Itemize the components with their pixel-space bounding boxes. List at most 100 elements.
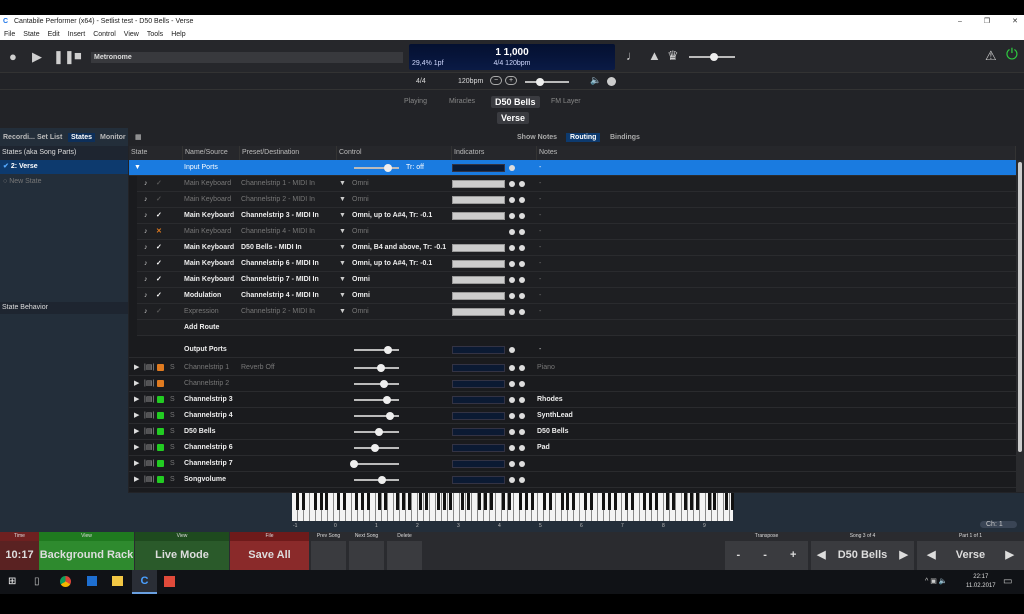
slider-knob[interactable] — [383, 346, 392, 354]
file-explorer-icon[interactable] — [112, 576, 123, 586]
next-song-arrow-icon[interactable]: ▶ — [899, 541, 907, 570]
strip-volume-slider[interactable] — [354, 444, 399, 452]
menu-file[interactable]: File — [4, 29, 15, 40]
route-row[interactable]: ♪ ✓ Modulation Channelstrip 4 - MIDI In ▼ Omn… — [137, 288, 1016, 304]
slider-knob[interactable] — [380, 380, 389, 388]
expand-icon[interactable]: ▶ — [134, 376, 139, 392]
status-active-icon[interactable] — [157, 460, 164, 467]
task-view-icon[interactable]: ▯ — [34, 576, 40, 587]
tempo-plus-button[interactable]: + — [505, 76, 518, 85]
channelstrip-row[interactable]: ▶ |▤| S Channelstrip 4 SynthLead — [129, 408, 1016, 424]
tempo-slider[interactable] — [525, 78, 569, 86]
column-header[interactable]: Name/Source — [183, 146, 240, 160]
strip-volume-slider[interactable] — [354, 428, 399, 436]
background-rack-button[interactable]: View Background Rack — [39, 532, 134, 570]
check-icon[interactable]: ✓ — [156, 256, 162, 272]
piano-keyboard[interactable] — [292, 493, 735, 521]
check-icon[interactable]: ✓ — [156, 176, 162, 192]
tempo-minus-button[interactable]: − — [490, 76, 503, 85]
master-level-slider[interactable] — [689, 53, 735, 61]
view-tab[interactable]: Routing — [566, 133, 601, 142]
play-icon[interactable]: ▶ — [32, 49, 42, 65]
channelstrip-row[interactable]: ▶ |▤| S Channelstrip 6 Pad — [129, 440, 1016, 456]
status-suspended-icon[interactable] — [157, 364, 164, 371]
chrome-icon[interactable] — [60, 576, 71, 587]
check-icon[interactable]: ✓ — [156, 240, 162, 256]
expand-icon[interactable]: ▶ — [134, 424, 139, 440]
filter-icon[interactable]: ▼ — [339, 304, 346, 320]
expand-icon[interactable]: ▶ — [134, 392, 139, 408]
solo-button[interactable]: S — [170, 472, 175, 488]
delete-button[interactable]: Delete — [387, 532, 422, 570]
speaker-mute-icon[interactable]: 🔈 — [590, 75, 601, 86]
maximize-button[interactable]: ❐ — [984, 15, 990, 29]
strip-volume-slider[interactable] — [354, 412, 399, 420]
route-row[interactable]: ♪ ✓ Main Keyboard D50 Bells - MIDI In ▼ Omni,… — [137, 240, 1016, 256]
column-header[interactable]: State — [129, 146, 183, 160]
current-state-label[interactable]: Verse — [497, 112, 530, 124]
solo-button[interactable]: S — [170, 456, 175, 472]
menu-insert[interactable]: Insert — [68, 29, 86, 40]
slider-knob[interactable] — [382, 396, 391, 404]
notifications-icon[interactable]: ▭ — [1003, 576, 1012, 587]
strip-volume-slider[interactable] — [354, 476, 399, 484]
channelstrip-row[interactable]: ▶ |▤| S Channelstrip 1 Reverb Off Piano — [129, 360, 1016, 376]
expand-icon[interactable]: ▶ — [134, 360, 139, 376]
slider-knob[interactable] — [377, 364, 385, 372]
route-row[interactable]: ♪ ✓ Main Keyboard Channelstrip 6 - MIDI In ▼… — [137, 256, 1016, 272]
filter-icon[interactable]: ▼ — [339, 256, 346, 272]
filter-icon[interactable]: ▼ — [339, 272, 346, 288]
left-tab[interactable]: Monitor — [100, 134, 126, 141]
status-active-icon[interactable] — [157, 444, 164, 451]
menu-state[interactable]: State — [23, 29, 39, 40]
check-icon[interactable]: ✓ — [156, 288, 162, 304]
time-button[interactable]: Time 10:17 — [0, 532, 39, 570]
filter-icon[interactable]: ▼ — [339, 224, 346, 240]
add-route-button[interactable]: Add Route — [184, 320, 219, 336]
column-header[interactable]: Notes — [537, 146, 1016, 160]
route-row[interactable]: ♪ ✓ Main Keyboard Channelstrip 7 - MIDI In ▼… — [137, 272, 1016, 288]
warning-icon[interactable]: ⚠ — [985, 48, 997, 64]
strip-volume-slider[interactable] — [354, 380, 399, 388]
grid-icon[interactable]: ▦ — [135, 133, 142, 141]
add-route-row[interactable]: Add Route — [137, 320, 1016, 336]
app-taskbar-icon[interactable] — [164, 576, 175, 587]
transpose-plus-button[interactable]: + — [790, 541, 796, 570]
strip-volume-slider[interactable] — [350, 460, 399, 468]
check-icon[interactable]: ✓ — [156, 272, 162, 288]
solo-button[interactable]: S — [170, 392, 175, 408]
filter-icon[interactable]: ▼ — [339, 176, 346, 192]
tray-icons[interactable]: ^ ▣ 🔈 — [925, 577, 948, 585]
slider-knob[interactable] — [350, 460, 358, 468]
left-tab[interactable]: Recordi... — [3, 134, 35, 141]
filter-icon[interactable]: ▼ — [339, 288, 346, 304]
strip-volume-slider[interactable] — [354, 396, 399, 404]
channelstrip-row[interactable]: ▶ |▤| S D50 Bells D50 Bells — [129, 424, 1016, 440]
route-row[interactable]: ♪ ✓ Main Keyboard Channelstrip 1 - MIDI In ▼… — [137, 176, 1016, 192]
expand-icon[interactable]: ▶ — [134, 472, 139, 488]
slider-knob[interactable] — [374, 428, 383, 436]
slider-knob[interactable] — [371, 444, 380, 452]
solo-button[interactable]: S — [170, 440, 175, 456]
menu-tools[interactable]: Tools — [147, 29, 163, 40]
clock[interactable]: 22:17 11.02.2017 — [966, 573, 996, 591]
channelstrip-row[interactable]: ▶ |▤| Channelstrip 2 — [129, 376, 1016, 392]
output-ports-row[interactable]: Output Ports - — [129, 342, 1016, 358]
metronome-volume-knob[interactable] — [607, 77, 616, 86]
left-tab[interactable]: Set List — [37, 134, 62, 141]
route-row[interactable]: ♪ ✕ Main Keyboard Channelstrip 4 - MIDI In ▼… — [137, 224, 1016, 240]
check-icon[interactable]: ✓ — [156, 192, 162, 208]
record-icon[interactable]: ● — [9, 49, 17, 64]
column-header[interactable]: Indicators — [452, 146, 537, 160]
channelstrip-row[interactable]: ▶ |▤| S Channelstrip 7 — [129, 456, 1016, 472]
slider-knob[interactable] — [378, 476, 387, 484]
left-tab[interactable]: States — [68, 133, 96, 142]
song-tab[interactable]: FM Layer — [551, 98, 581, 105]
prev-song-button[interactable]: Prev Song — [311, 532, 346, 570]
prev-song-arrow-icon[interactable]: ◀ — [817, 541, 825, 570]
slider-knob[interactable] — [383, 164, 392, 172]
solo-button[interactable]: S — [170, 360, 175, 376]
expand-icon[interactable]: ▼ — [134, 160, 141, 176]
view-tab[interactable]: Bindings — [610, 134, 640, 141]
status-active-icon[interactable] — [157, 396, 164, 403]
